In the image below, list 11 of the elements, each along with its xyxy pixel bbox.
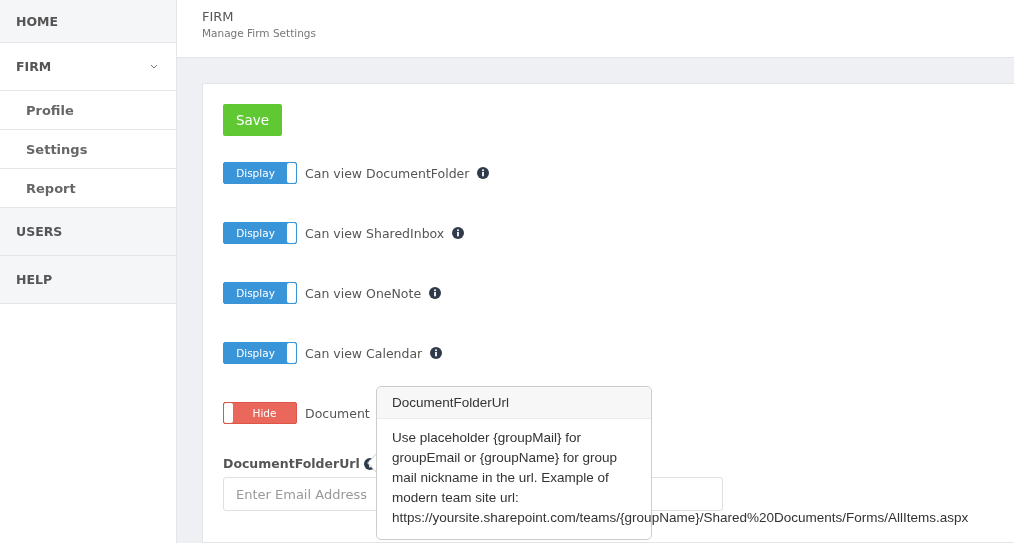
toggle-label: Can view Calendar <box>305 345 423 361</box>
toggle-label: Can view DocumentFolder <box>305 165 470 181</box>
page-subtitle: Manage Firm Settings <box>202 27 317 39</box>
toggle-label: Can view OneNote <box>305 285 422 301</box>
tooltip-url: https://yoursite.sharepoint.com/teams/{groupName}/Shared%20Documents/Forms/AllItems.aspx <box>392 509 969 527</box>
field-label: DocumentFolderUrl <box>223 456 360 471</box>
tooltip-text: Use placeholder {groupMail} for groupEmail or {groupName} for group mail nickname in the url. Example of modern team site url: <box>392 429 619 507</box>
toggle-label: Can view SharedInbox <box>305 225 445 241</box>
page-title: FIRM <box>202 9 235 24</box>
toggle-label: Document <box>305 405 370 421</box>
tooltip-title: DocumentFolderUrl <box>377 387 651 419</box>
